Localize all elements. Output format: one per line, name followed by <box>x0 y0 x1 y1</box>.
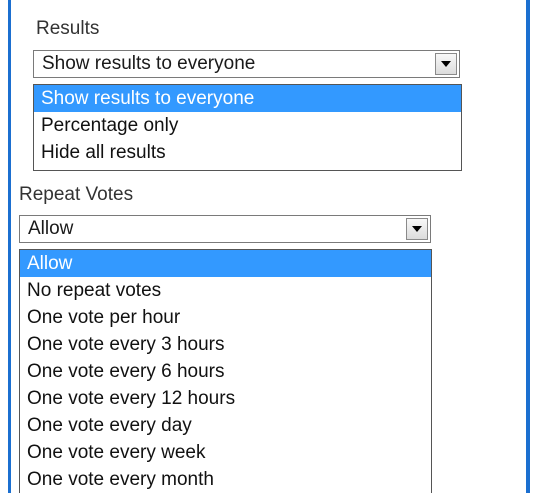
repeat-votes-option[interactable]: One vote every 12 hours <box>20 385 431 412</box>
repeat-votes-option[interactable]: One vote every day <box>20 412 431 439</box>
repeat-votes-dropdown-list: Allow No repeat votes One vote per hour … <box>19 249 432 493</box>
chevron-down-icon[interactable] <box>406 218 428 240</box>
repeat-votes-label: Repeat Votes <box>19 184 134 205</box>
right-border-rule <box>526 0 530 493</box>
results-select[interactable]: Show results to everyone <box>33 50 460 78</box>
results-option[interactable]: Show results to everyone <box>34 85 461 112</box>
results-selected-value: Show results to everyone <box>42 53 256 74</box>
results-dropdown-list: Show results to everyone Percentage only… <box>33 84 462 171</box>
repeat-votes-option[interactable]: No repeat votes <box>20 277 431 304</box>
repeat-votes-option[interactable]: One vote every 6 hours <box>20 358 431 385</box>
repeat-votes-option[interactable]: One vote every 3 hours <box>20 331 431 358</box>
repeat-votes-option[interactable]: One vote every week <box>20 439 431 466</box>
left-border-rule <box>8 0 11 493</box>
results-option[interactable]: Percentage only <box>34 112 461 139</box>
chevron-down-icon[interactable] <box>435 53 457 75</box>
repeat-votes-option[interactable]: One vote per hour <box>20 304 431 331</box>
poll-settings-panel: Results Show results to everyone Show re… <box>0 0 534 493</box>
results-label: Results <box>36 18 100 39</box>
repeat-votes-selected-value: Allow <box>28 218 74 239</box>
repeat-votes-option[interactable]: One vote every month <box>20 466 431 493</box>
results-option[interactable]: Hide all results <box>34 139 461 166</box>
repeat-votes-option[interactable]: Allow <box>20 250 431 277</box>
repeat-votes-select[interactable]: Allow <box>19 215 431 243</box>
